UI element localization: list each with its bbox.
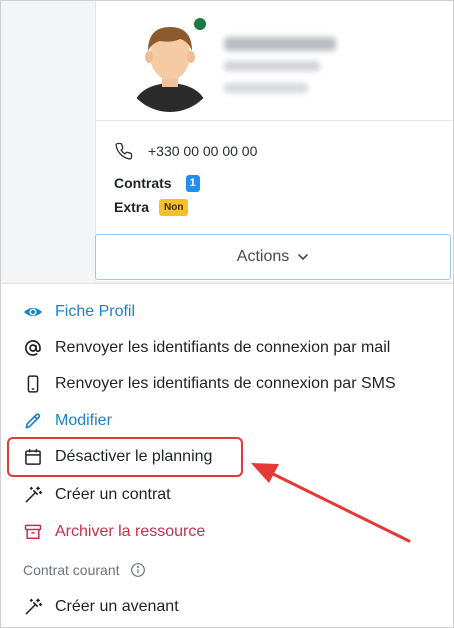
menu-item-label: Archiver la ressource: [55, 523, 206, 540]
extra-label: Extra: [114, 199, 150, 215]
contrats-count-badge: 1: [185, 174, 200, 192]
phone-number[interactable]: +330 00 00 00 00: [148, 143, 257, 159]
menu-item-label: Renvoyer les identifiants de connexion p…: [55, 339, 391, 356]
at-sign-icon: [23, 338, 43, 358]
menu-item-renvoyer-mail[interactable]: Renvoyer les identifiants de connexion p…: [23, 333, 390, 363]
actions-label: Actions: [236, 248, 290, 265]
pencil-icon: [23, 411, 43, 431]
magic-wand-icon: [23, 485, 43, 505]
phone-row[interactable]: +330 00 00 00 00: [114, 140, 257, 162]
menu-item-modifier[interactable]: Modifier: [23, 406, 112, 436]
annotation-arrow: [251, 463, 411, 543]
menu-item-renvoyer-sms[interactable]: Renvoyer les identifiants de connexion p…: [23, 369, 396, 399]
phone-icon: [115, 142, 133, 160]
menu-item-label: Créer un contrat: [55, 486, 171, 503]
menu-item-label: Créer un avenant: [55, 598, 179, 615]
menu-item-label: Modifier: [55, 412, 112, 429]
app-frame: +330 00 00 00 00 Contrats 1 Extra Non Ac…: [0, 0, 454, 628]
contrats-row: Contrats 1: [114, 173, 200, 193]
actions-dropdown-button[interactable]: Actions: [95, 234, 451, 280]
extra-row: Extra Non: [114, 197, 189, 217]
blurred-name: [224, 37, 336, 51]
blurred-info-line: [224, 83, 308, 93]
mobile-phone-icon: [23, 374, 43, 394]
menu-item-creer-contrat[interactable]: Créer un contrat: [23, 480, 171, 510]
menu-item-fiche-profil[interactable]: Fiche Profil: [23, 297, 135, 327]
blurred-info-line: [224, 61, 320, 71]
section-label-text: Contrat courant: [23, 562, 120, 578]
menu-item-label: Fiche Profil: [55, 303, 136, 320]
menu-item-archiver[interactable]: Archiver la ressource: [23, 517, 205, 547]
archive-box-icon: [23, 522, 43, 542]
info-circle-icon[interactable]: [130, 562, 146, 578]
profile-header: [96, 1, 453, 121]
chevron-down-icon: [298, 254, 309, 261]
menu-item-creer-avenant[interactable]: Créer un avenant: [23, 592, 179, 622]
section-label-contrat-courant: Contrat courant: [23, 558, 146, 582]
annotation-highlight-box: [7, 437, 243, 477]
magic-wand-icon: [23, 597, 43, 617]
online-status-dot: [194, 18, 206, 30]
eye-icon: [23, 302, 43, 322]
contrats-label: Contrats: [114, 175, 172, 191]
extra-status-badge: Non: [159, 198, 189, 216]
menu-item-label: Renvoyer les identifiants de connexion p…: [55, 375, 396, 392]
